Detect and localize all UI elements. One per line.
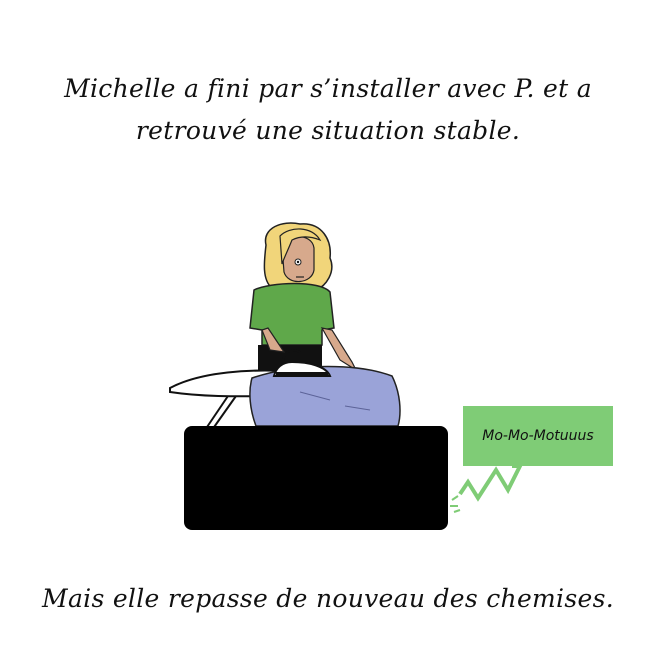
caption-bottom: Mais elle repasse de nouveau des chemise… xyxy=(42,584,614,613)
speech-bubble: Mo-Mo-Motuuus xyxy=(463,406,613,466)
speech-bubble-text: Mo-Mo-Motuuus xyxy=(482,428,594,444)
woman-figure xyxy=(249,222,358,372)
shirt xyxy=(249,282,335,346)
black-counter xyxy=(184,426,448,530)
speech-bubble-tail xyxy=(458,464,524,502)
ironing-illustration xyxy=(169,222,524,530)
